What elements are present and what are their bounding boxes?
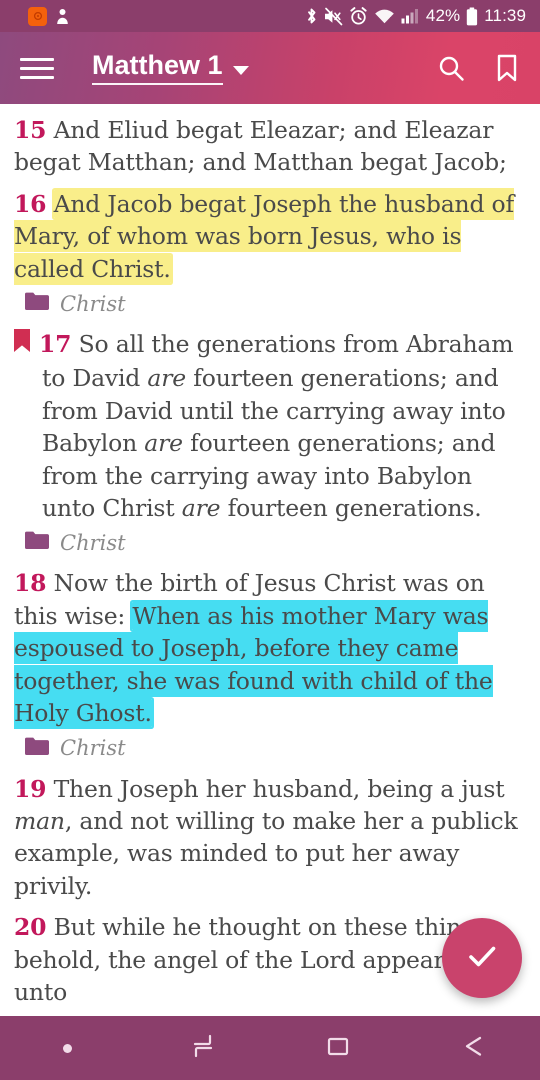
nav-recents-button[interactable] — [135, 1016, 270, 1080]
book-chapter-selector[interactable]: Matthew 1 — [92, 50, 249, 85]
folder-icon — [24, 291, 49, 316]
status-bar-system: 42% 11:39 — [305, 6, 526, 26]
verse-block[interactable]: 18 Now the birth of Jesus Christ was on … — [12, 567, 528, 760]
battery-icon — [466, 7, 478, 26]
home-square-icon — [323, 1031, 353, 1066]
verse-block[interactable]: 17 So all the generations from Abraham t… — [12, 328, 528, 555]
bookmark-marker-icon[interactable] — [12, 328, 32, 362]
app-notification-icon — [28, 6, 47, 26]
bluetooth-icon — [305, 7, 318, 26]
bookmark-icon[interactable] — [494, 53, 520, 83]
verse-block[interactable]: 15 And Eliud begat Eleazar; and Eleazar … — [12, 114, 528, 179]
back-arrow-icon — [457, 1031, 489, 1066]
verse-italic-word: are — [144, 429, 183, 458]
app-bar: Matthew 1 — [0, 32, 540, 104]
verse-text: Then Joseph her husband, being a just — [46, 774, 505, 803]
hamburger-line — [20, 66, 54, 70]
confirm-fab-button[interactable] — [442, 918, 522, 998]
verse-19[interactable]: 19 Then Joseph her husband, being a just… — [12, 773, 528, 903]
alarm-icon — [349, 6, 368, 26]
verse-16[interactable]: 16 And Jacob begat Joseph the husband of… — [12, 188, 528, 285]
recent-apps-icon — [188, 1031, 218, 1066]
system-navigation-bar — [0, 1016, 540, 1080]
highlight-yellow[interactable]: And Jacob begat Joseph the husband of Ma… — [14, 189, 514, 283]
folder-icon — [24, 736, 49, 761]
clock-label: 11:39 — [484, 6, 526, 25]
verse-15[interactable]: 15 And Eliud begat Eleazar; and Eleazar … — [12, 114, 528, 179]
tag-label[interactable]: Christ — [60, 531, 126, 555]
verse-tag-row[interactable]: Christ — [24, 736, 528, 761]
verse-17[interactable]: 17 So all the generations from Abraham t… — [12, 328, 528, 524]
scripture-reader[interactable]: 15 And Eliud begat Eleazar; and Eleazar … — [0, 104, 540, 1016]
verse-number: 18 — [14, 569, 47, 598]
person-icon — [55, 8, 70, 25]
hamburger-line — [20, 75, 54, 79]
verse-text: And Eliud begat Eleazar; and Eleazar beg… — [14, 116, 507, 177]
app-root: 42% 11:39 Matthew 1 15 And Eliud begat E… — [0, 0, 540, 1080]
verse-italic-word: are — [147, 364, 186, 393]
verse-number: 19 — [14, 774, 47, 803]
nav-home-button[interactable] — [270, 1016, 405, 1080]
hamburger-menu-icon[interactable] — [20, 50, 56, 86]
verse-text: fourteen generations. — [220, 494, 482, 523]
hamburger-line — [20, 57, 54, 61]
verse-italic-word: man — [14, 806, 65, 835]
verse-block[interactable]: 16 And Jacob begat Joseph the husband of… — [12, 188, 528, 316]
mute-icon — [324, 7, 343, 26]
status-bar-notifications — [28, 6, 70, 26]
folder-icon — [24, 530, 49, 555]
status-bar: 42% 11:39 — [0, 0, 540, 32]
verse-number: 16 — [14, 189, 47, 218]
chevron-down-icon — [232, 66, 249, 75]
nav-dot-indicator[interactable] — [0, 1016, 135, 1080]
wifi-icon — [374, 8, 395, 25]
battery-percent-label: 42% — [425, 6, 461, 25]
dot-icon — [63, 1043, 72, 1053]
verse-tag-row[interactable]: Christ — [24, 530, 528, 555]
nav-back-button[interactable] — [405, 1016, 540, 1080]
cellular-signal-icon — [401, 8, 420, 24]
page-title: Matthew 1 — [92, 50, 223, 85]
verse-text: , and not willing to make her a publick … — [14, 806, 518, 900]
verse-text — [46, 190, 53, 218]
search-icon[interactable] — [436, 53, 466, 83]
tag-label[interactable]: Christ — [60, 292, 126, 316]
app-bar-actions — [436, 53, 520, 83]
verse-tag-row[interactable]: Christ — [24, 291, 528, 316]
tag-label[interactable]: Christ — [60, 736, 126, 760]
verse-italic-word: are — [181, 494, 221, 523]
verse-number: 20 — [14, 913, 47, 942]
verse-number: 17 — [39, 330, 72, 359]
verse-block[interactable]: 19 Then Joseph her husband, being a just… — [12, 773, 528, 903]
check-icon — [462, 936, 502, 981]
verse-18[interactable]: 18 Now the birth of Jesus Christ was on … — [12, 567, 528, 729]
verse-text: But while he thought on these things, be… — [14, 913, 496, 1006]
verse-number: 15 — [14, 116, 47, 144]
